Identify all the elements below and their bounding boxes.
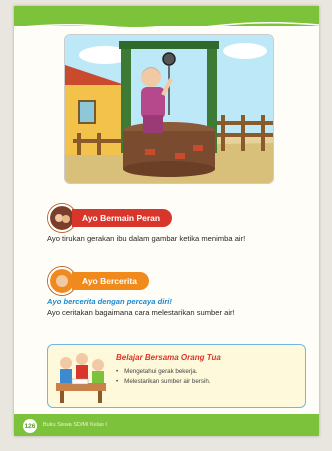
family-learning-illustration — [56, 353, 106, 403]
footer-label: Buku Siswa SD/MI Kelas I — [43, 422, 107, 428]
role-play-heading: Ayo Bermain Peran — [48, 204, 173, 232]
storytelling-label: Ayo Bercerita — [72, 272, 149, 290]
parent-box-title: Belajar Bersama Orang Tua — [116, 353, 221, 362]
well-illustration — [64, 34, 274, 184]
parent-learning-box: Belajar Bersama Orang Tua Mengetahui ger… — [47, 344, 306, 408]
role-play-label: Ayo Bermain Peran — [72, 209, 173, 227]
storytelling-instruction: Ayo ceritakan bagaimana cara melestarika… — [47, 308, 235, 317]
list-item: Melestarikan sumber air bersih. — [116, 377, 210, 387]
role-play-instruction: Ayo tirukan gerakan ibu dalam gambar ket… — [47, 234, 246, 243]
page-number: 126 — [23, 419, 37, 433]
top-wave-decoration — [14, 18, 319, 31]
storytelling-subtitle: Ayo bercerita dengan percaya diri! — [47, 297, 172, 306]
storytelling-heading: Ayo Bercerita — [48, 267, 149, 295]
list-item: Mengetahui gerak bekerja. — [116, 367, 211, 377]
book-page: Ayo Bermain Peran Ayo tirukan gerakan ib… — [14, 6, 319, 436]
parent-box-list: Mengetahui gerak bekerja. Melestarikan s… — [116, 367, 211, 387]
